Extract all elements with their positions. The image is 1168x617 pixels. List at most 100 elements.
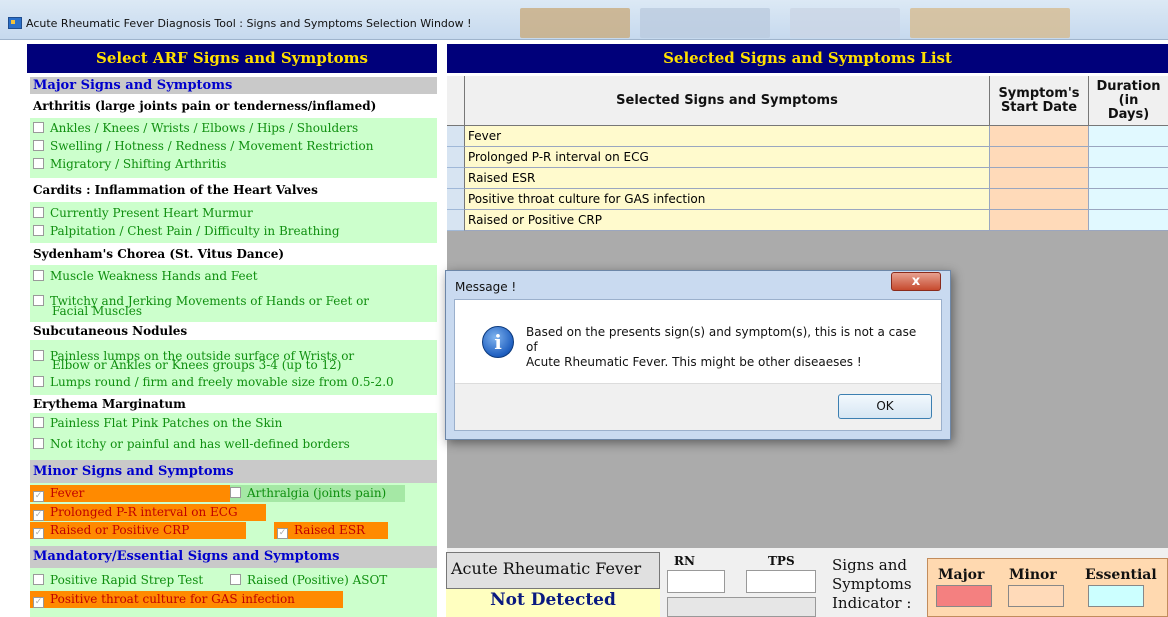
checkbox-lumps-round[interactable]: Lumps round / firm and freely movable si… [33, 375, 394, 390]
checkbox-icon[interactable] [33, 158, 44, 169]
close-icon[interactable]: x [912, 274, 920, 289]
symptom-cell[interactable]: Prolonged P-R interval on ECG [465, 147, 990, 168]
symptom-cell[interactable]: Raised or Positive CRP [465, 210, 990, 231]
minor-section-title: Minor Signs and Symptoms [30, 460, 437, 483]
column-header-duration[interactable]: Duration (in Days) [1089, 76, 1168, 126]
checkbox-crp[interactable]: ✓ Raised or Positive CRP [33, 523, 189, 539]
checkbox-not-itchy[interactable]: Not itchy or painful and has well-define… [33, 437, 350, 452]
start-date-cell[interactable] [990, 189, 1089, 210]
tps-textbox[interactable] [746, 570, 816, 593]
arf-status: Not Detected [446, 589, 660, 617]
checkbox-icon[interactable] [33, 140, 44, 151]
start-date-cell[interactable] [990, 168, 1089, 189]
checkbox-icon[interactable] [230, 487, 241, 498]
table-row[interactable]: Raised ESR [447, 168, 1168, 189]
checkbox-icon[interactable] [33, 438, 44, 449]
background-window-blur [640, 8, 770, 38]
start-date-cell[interactable] [990, 147, 1089, 168]
checkbox-icon[interactable] [33, 122, 44, 133]
row-selector[interactable] [447, 189, 465, 210]
close-button[interactable]: x [891, 272, 941, 291]
duration-cell[interactable] [1089, 210, 1168, 231]
row-header-corner [447, 76, 465, 126]
symptom-cell[interactable]: Positive throat culture for GAS infectio… [465, 189, 990, 210]
row-selector[interactable] [447, 168, 465, 189]
dialog-body: i Based on the presents sign(s) and symp… [454, 299, 942, 431]
checkbox-pink-patches[interactable]: Painless Flat Pink Patches on the Skin [33, 416, 282, 431]
rn-textbox[interactable] [667, 570, 725, 593]
major-swatch [936, 585, 992, 607]
checkbox-throat-culture[interactable]: ✓ Positive throat culture for GAS infecti… [33, 592, 295, 608]
row-selector[interactable] [447, 210, 465, 231]
symptom-cell[interactable]: Fever [465, 126, 990, 147]
dialog-message: Based on the presents sign(s) and sympto… [526, 325, 926, 370]
checkbox-heart-murmur[interactable]: Currently Present Heart Murmur [33, 206, 253, 221]
checkbox-rapid-strep[interactable]: Positive Rapid Strep Test [33, 573, 203, 588]
check-icon[interactable]: ✓ [33, 510, 44, 521]
start-date-cell[interactable] [990, 210, 1089, 231]
checkbox-swelling-hotness[interactable]: Swelling / Hotness / Redness / Movement … [33, 139, 373, 154]
checkbox-arthralgia[interactable]: Arthralgia (joints pain) [230, 486, 386, 501]
checkbox-label: Ankles / Knees / Wrists / Elbows / Hips … [50, 121, 359, 135]
row-selector[interactable] [447, 147, 465, 168]
checkbox-label: Arthralgia (joints pain) [247, 486, 387, 500]
column-header-symptom[interactable]: Selected Signs and Symptoms [465, 76, 990, 126]
ok-button[interactable]: OK [838, 394, 932, 419]
table-row[interactable]: Positive throat culture for GAS infectio… [447, 189, 1168, 210]
chorea-heading: Sydenham's Chorea (St. Vitus Dance) [30, 243, 437, 265]
arthritis-group: Ankles / Knees / Wrists / Elbows / Hips … [30, 118, 437, 178]
checkbox-icon[interactable] [33, 417, 44, 428]
indicator-legend: Major Minor Essential [927, 558, 1168, 617]
column-header-text: Days) [1107, 106, 1150, 122]
table-row[interactable]: Fever [447, 126, 1168, 147]
arf-label: Acute Rheumatic Fever [446, 552, 660, 589]
duration-cell[interactable] [1089, 168, 1168, 189]
checkbox-icon[interactable] [33, 207, 44, 218]
table-row[interactable]: Raised or Positive CRP [447, 210, 1168, 231]
checkbox-palpitation[interactable]: Palpitation / Chest Pain / Difficulty in… [33, 224, 340, 239]
dialog-message-line: Acute Rheumatic Fever. This might be oth… [526, 355, 862, 369]
symptom-cell[interactable]: Raised ESR [465, 168, 990, 189]
checkbox-pr-interval[interactable]: ✓ Prolonged P-R interval on ECG [33, 505, 238, 521]
checkbox-icon[interactable] [33, 350, 44, 361]
start-date-cell[interactable] [990, 126, 1089, 147]
major-legend-label: Major [938, 567, 985, 583]
checkbox-ankles-knees[interactable]: Ankles / Knees / Wrists / Elbows / Hips … [33, 121, 358, 136]
selected-list-header: Selected Signs and Symptoms List [447, 44, 1168, 73]
checkbox-icon[interactable] [33, 376, 44, 387]
check-icon[interactable]: ✓ [33, 528, 44, 539]
erythema-group: Painless Flat Pink Patches on the Skin N… [30, 413, 437, 460]
checkbox-label: Raised ESR [294, 523, 366, 537]
checkbox-aso[interactable]: Raised (Positive) ASOT [230, 573, 387, 588]
checkbox-esr[interactable]: ✓ Raised ESR [277, 523, 365, 539]
check-icon[interactable]: ✓ [33, 491, 44, 502]
table-row[interactable]: Prolonged P-R interval on ECG [447, 147, 1168, 168]
checkbox-label-continued: Facial Muscles [52, 304, 143, 318]
checkbox-label: Fever [50, 486, 85, 500]
checkbox-icon[interactable] [33, 270, 44, 281]
arthritis-heading: Arthritis (large joints pain or tenderne… [30, 94, 437, 118]
checkbox-label: Prolonged P-R interval on ECG [50, 505, 238, 519]
row-selector[interactable] [447, 126, 465, 147]
checkbox-icon[interactable] [33, 295, 44, 306]
message-dialog[interactable]: Message ! x i Based on the presents sign… [445, 270, 951, 440]
checkbox-label: Swelling / Hotness / Redness / Movement … [50, 139, 374, 153]
duration-cell[interactable] [1089, 126, 1168, 147]
nodules-heading: Subcutaneous Nodules [30, 322, 437, 340]
checkbox-fever[interactable]: ✓ Fever [33, 486, 84, 502]
checkbox-icon[interactable] [33, 574, 44, 585]
checkbox-muscle-weakness[interactable]: Muscle Weakness Hands and Feet [33, 269, 258, 284]
column-header-start-date[interactable]: Symptom's Start Date [990, 76, 1089, 126]
duration-cell[interactable] [1089, 147, 1168, 168]
duration-cell[interactable] [1089, 189, 1168, 210]
check-icon[interactable]: ✓ [33, 597, 44, 608]
result-textbox[interactable] [667, 597, 816, 617]
checkbox-icon[interactable] [33, 225, 44, 236]
minor-group: ✓ Fever Arthralgia (joints pain) ✓ Prolong… [30, 483, 437, 546]
dialog-footer: OK [455, 383, 941, 430]
checkbox-icon[interactable] [230, 574, 241, 585]
window-title-bar[interactable]: Acute Rheumatic Fever Diagnosis Tool : S… [0, 0, 1168, 40]
check-icon[interactable]: ✓ [277, 528, 288, 539]
indicator-label: Signs and Symptoms Indicator : [832, 556, 922, 613]
checkbox-migratory-arthritis[interactable]: Migratory / Shifting Arthritis [33, 157, 226, 172]
